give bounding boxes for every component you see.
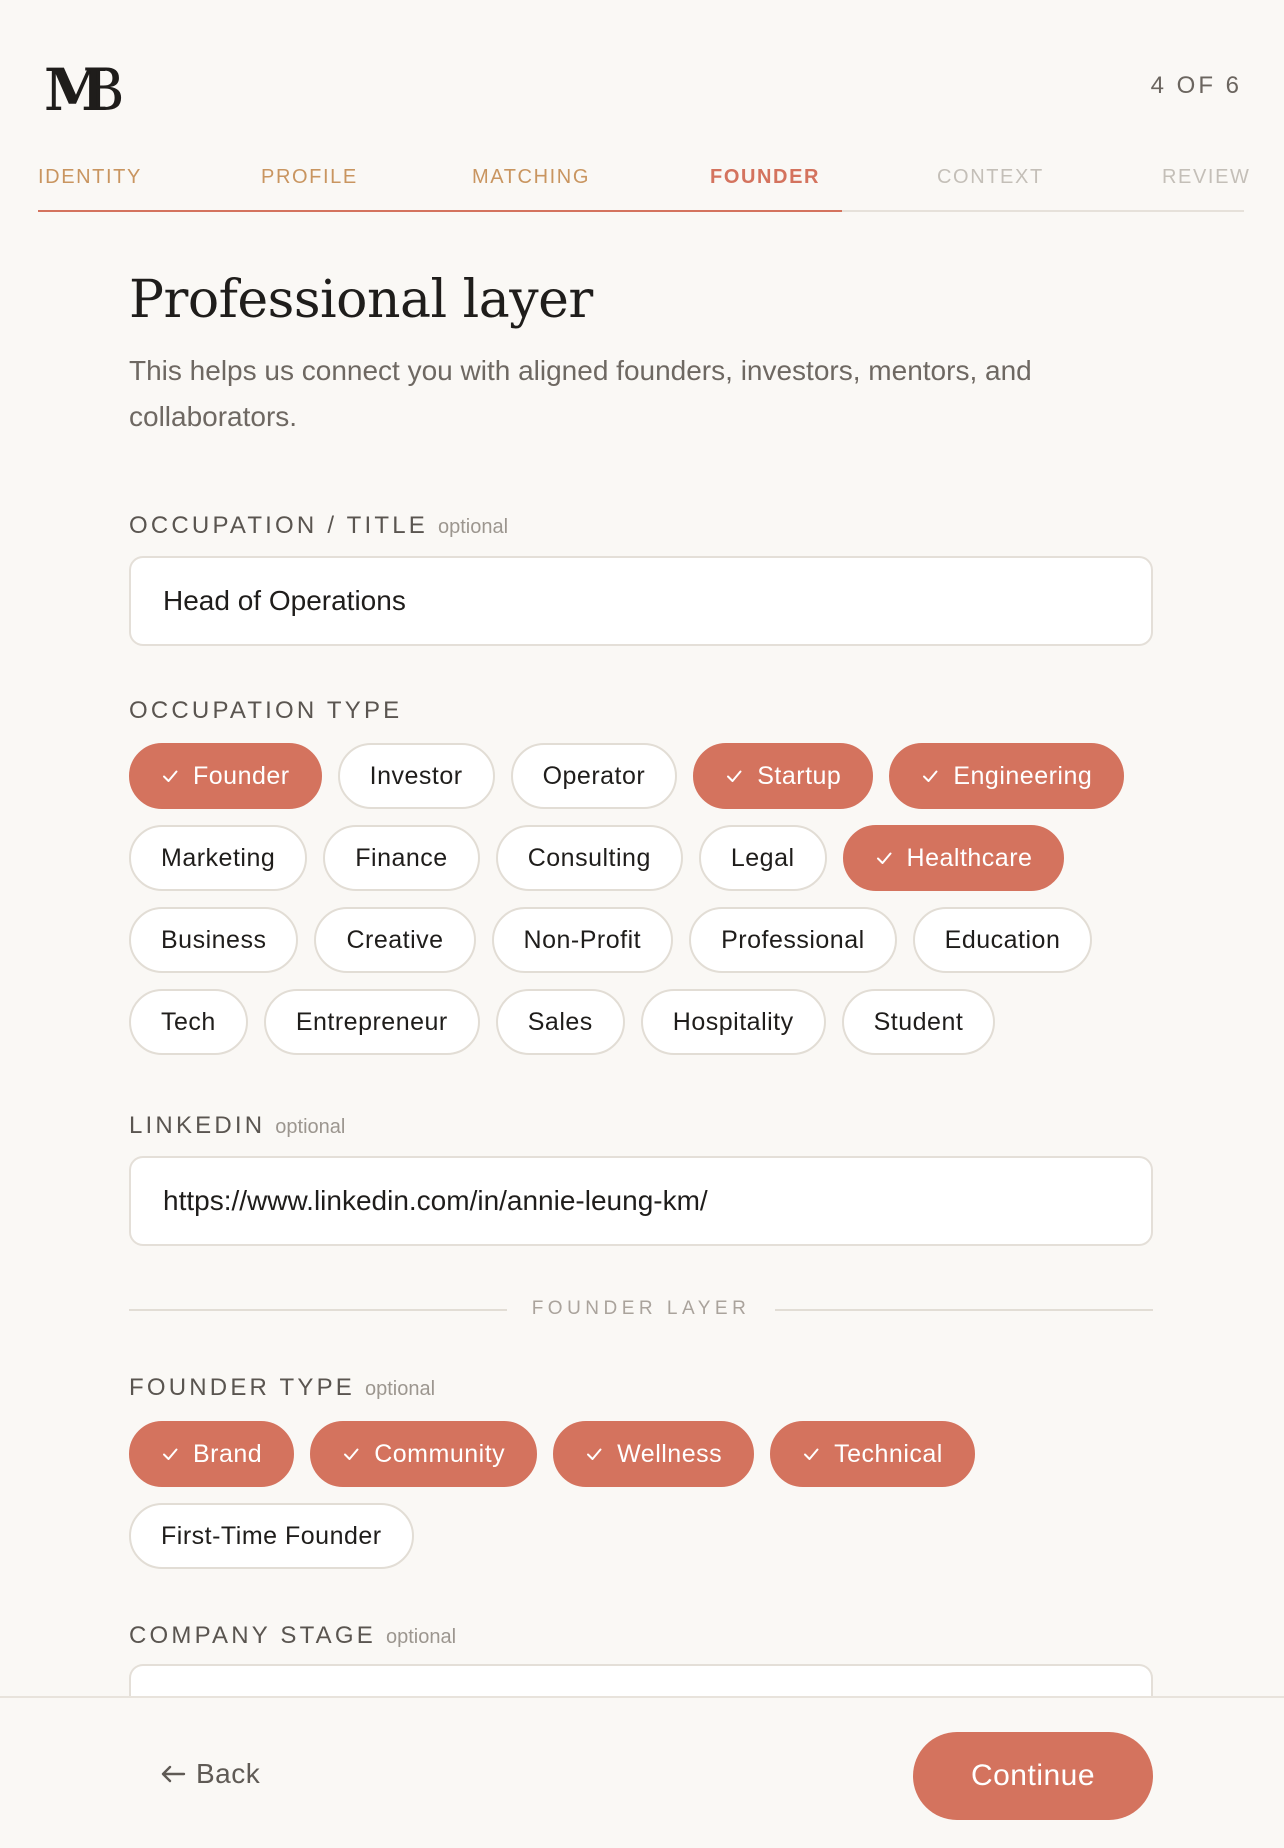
chip-label: Hospitality (672, 1007, 794, 1036)
chip-sales[interactable]: Sales (495, 989, 625, 1055)
chip-label: Operator (542, 761, 646, 790)
check-icon (587, 1448, 602, 1460)
linkedin-value: https://www.linkedin.com/in/annie-leung-… (163, 1185, 708, 1216)
arrow-left-icon (161, 1765, 186, 1783)
chip-marketing[interactable]: Marketing (129, 825, 308, 891)
continue-button[interactable]: Continue (913, 1732, 1153, 1820)
linkedin-input[interactable]: https://www.linkedin.com/in/annie-leung-… (129, 1156, 1153, 1246)
step-count: 4 OF 6 (1150, 72, 1242, 99)
check-icon (876, 852, 892, 864)
check-icon (727, 770, 742, 782)
chip-operator[interactable]: Operator (510, 743, 678, 809)
chip-student[interactable]: Student (841, 989, 996, 1055)
chip-label: Wellness (617, 1439, 723, 1468)
step-profile[interactable]: PROFILE (261, 166, 358, 189)
continue-label: Continue (970, 1759, 1096, 1792)
chip-label: Education (944, 925, 1061, 954)
chip-founder[interactable]: Founder (129, 743, 322, 809)
chip-entrepreneur[interactable]: Entrepreneur (263, 989, 480, 1055)
step-tabs: IDENTITY PROFILE MATCHING FOUNDER CONTEX… (38, 160, 1249, 212)
chip-startup[interactable]: Startup (693, 743, 874, 809)
page-title: Professional layer (129, 270, 593, 330)
chip-finance[interactable]: Finance (323, 825, 480, 891)
chip-investor[interactable]: Investor (337, 743, 495, 809)
footer-bar: Back Continue (0, 1696, 1284, 1848)
optional-tag: optional (364, 1378, 436, 1400)
svg-text:B: B (82, 58, 125, 118)
chip-professional[interactable]: Professional (689, 907, 897, 973)
chip-label: Legal (730, 843, 795, 872)
chip-label: Community (374, 1439, 506, 1468)
optional-tag: optional (275, 1116, 346, 1138)
chip-tech[interactable]: Tech (129, 989, 248, 1055)
chip-technical[interactable]: Technical (770, 1421, 975, 1487)
step-context: CONTEXT (937, 166, 1044, 188)
linkedin-label: LINKEDIN optional (129, 1112, 346, 1139)
chip-label: Consulting (527, 843, 651, 872)
step-founder[interactable]: FOUNDER (710, 166, 820, 189)
step-matching[interactable]: MATCHING (472, 166, 590, 189)
founder-layer-divider: FOUNDER LAYER (129, 1298, 1153, 1322)
chip-brand[interactable]: Brand (129, 1421, 295, 1487)
chip-label: Engineering (953, 761, 1093, 790)
chip-label: Brand (193, 1439, 263, 1468)
chip-education[interactable]: Education (912, 907, 1093, 973)
chip-label: Non-Profit (523, 925, 642, 954)
occupation-title-label: OCCUPATION / TITLE optional (129, 512, 509, 539)
chip-label: Creative (346, 925, 444, 954)
chip-engineering[interactable]: Engineering (889, 743, 1125, 809)
chip-label: Finance (355, 843, 448, 872)
chip-label: Marketing (161, 843, 276, 872)
check-icon (923, 770, 938, 782)
page-subtitle: This helps us connect you with aligned f… (129, 355, 1032, 432)
chip-label: Tech (161, 1007, 216, 1036)
chip-legal[interactable]: Legal (698, 825, 827, 891)
optional-tag: optional (385, 1626, 457, 1648)
step-review: REVIEW (1162, 166, 1251, 188)
back-button[interactable]: Back (160, 1758, 260, 1790)
chip-non-profit[interactable]: Non-Profit (491, 907, 674, 973)
chip-label: Entrepreneur (295, 1007, 448, 1036)
chip-label: Startup (757, 761, 842, 790)
chip-wellness[interactable]: Wellness (553, 1421, 755, 1487)
check-icon (804, 1448, 819, 1460)
founder-type-chips: Brand Community Wellness Technical First-Tim… (129, 1421, 1159, 1569)
occupation-title-value: Head of Operations (163, 585, 406, 616)
header: M B 4 OF 6 (0, 0, 1284, 120)
chip-label: First-Time Founder (161, 1521, 382, 1550)
chip-label: Business (161, 925, 267, 954)
step-identity[interactable]: IDENTITY (38, 166, 142, 189)
chip-business[interactable]: Business (129, 907, 299, 973)
chip-community[interactable]: Community (310, 1421, 538, 1487)
chip-creative[interactable]: Creative (314, 907, 476, 973)
chip-label: Founder (193, 761, 290, 790)
company-stage-label: COMPANY STAGE optional (129, 1622, 457, 1649)
chip-healthcare[interactable]: Healthcare (842, 825, 1065, 891)
occupation-title-input[interactable]: Head of Operations (129, 556, 1153, 646)
occupation-type-label: OCCUPATION TYPE (129, 697, 403, 724)
check-icon (344, 1448, 359, 1460)
chip-label: Professional (721, 925, 865, 954)
check-icon (163, 1448, 178, 1460)
occupation-type-chips: Founder Investor Operator Startup Engineerin… (129, 743, 1159, 1055)
chip-consulting[interactable]: Consulting (495, 825, 683, 891)
check-icon (163, 770, 178, 782)
wb-monogram-logo: M B (44, 58, 125, 118)
chip-label: Sales (527, 1007, 593, 1036)
optional-tag: optional (437, 516, 509, 538)
chip-hospitality[interactable]: Hospitality (640, 989, 826, 1055)
chip-first-time-founder[interactable]: First-Time Founder (129, 1503, 414, 1569)
main-content: Professional layer This helps us connect… (129, 270, 1153, 440)
founder-type-label: FOUNDER TYPE optional (129, 1374, 436, 1401)
chip-label: Healthcare (906, 843, 1033, 872)
back-label: Back (196, 1758, 261, 1789)
chip-label: Technical (834, 1439, 943, 1468)
progress-bar (38, 210, 842, 212)
chip-label: Student (873, 1007, 964, 1036)
chip-label: Investor (369, 761, 463, 790)
